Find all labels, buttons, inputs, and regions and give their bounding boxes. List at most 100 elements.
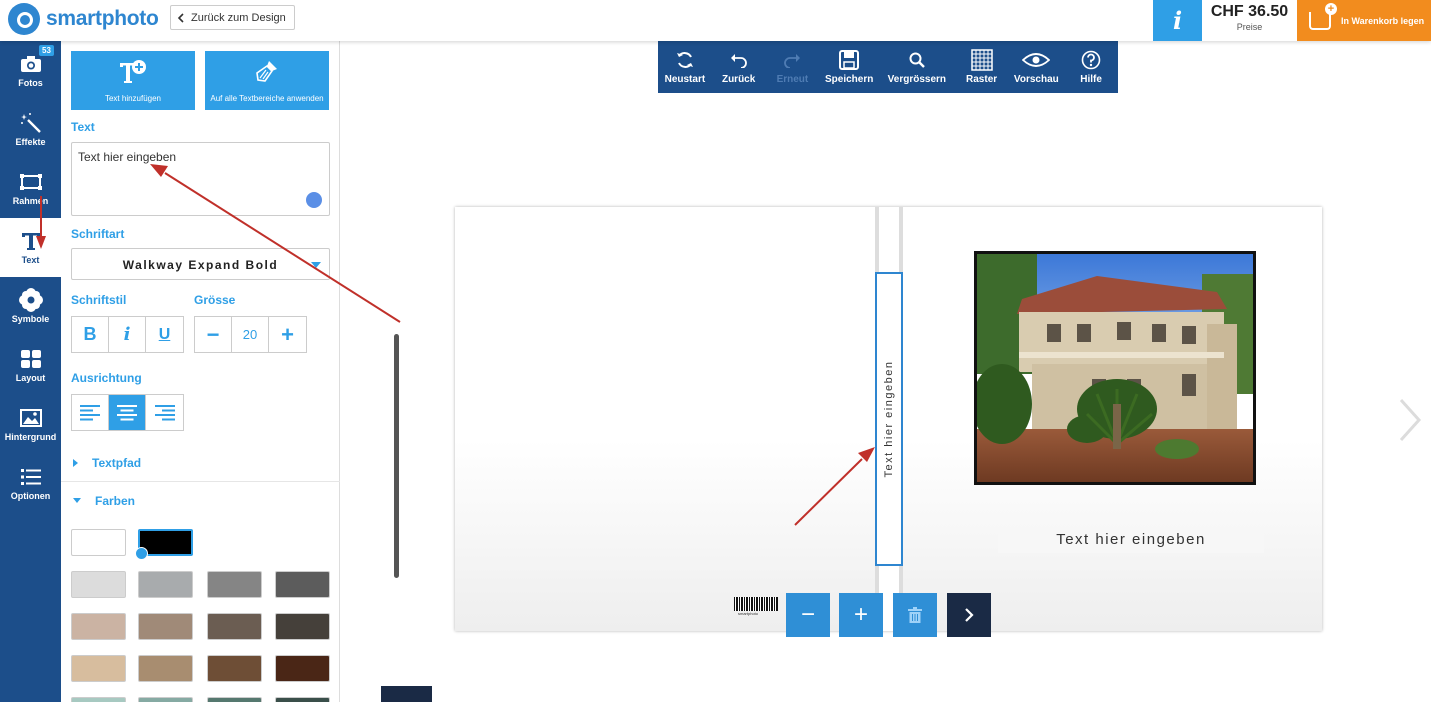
- color-swatch[interactable]: [135, 529, 193, 560]
- size-value-field[interactable]: 20: [232, 317, 269, 352]
- nav-item-rahmen[interactable]: Rahmen: [0, 159, 61, 218]
- underline-button[interactable]: U: [146, 317, 183, 352]
- price-display: CHF 36.50 Preise: [1202, 0, 1297, 41]
- text-input[interactable]: Text hier eingeben: [71, 142, 330, 216]
- nav-label-layout: Layout: [15, 373, 46, 383]
- italic-button[interactable]: i: [109, 317, 146, 352]
- font-select-value: Walkway Expand Bold: [122, 258, 279, 272]
- help-button[interactable]: Hilfe: [1064, 41, 1118, 93]
- nav-item-hintergrund[interactable]: Hintergrund: [0, 395, 61, 454]
- top-bar: smartphoto Zurück zum Design i CHF 36.50…: [0, 0, 1431, 41]
- logo[interactable]: smartphoto: [8, 3, 159, 35]
- preview-label: Vorschau: [1013, 74, 1059, 85]
- font-select[interactable]: Walkway Expand Bold: [71, 248, 330, 280]
- color-swatch[interactable]: [138, 613, 193, 640]
- size-decrease-button[interactable]: −: [195, 317, 232, 352]
- help-icon: [1081, 49, 1101, 71]
- nav-label-hintergrund: Hintergrund: [4, 432, 57, 442]
- panel-scrollbar[interactable]: [394, 334, 399, 578]
- align-center-button[interactable]: [109, 395, 146, 430]
- chevron-left-icon: [177, 12, 184, 23]
- apply-all-text-areas-button[interactable]: Auf alle Textbereiche anwenden: [205, 51, 329, 110]
- grid-button[interactable]: Raster: [955, 41, 1009, 93]
- nav-item-text[interactable]: Text: [0, 218, 61, 277]
- colors-label: Farben: [95, 493, 136, 508]
- minus-icon: −: [800, 601, 815, 628]
- nav-item-fotos[interactable]: 53 Fotos: [0, 41, 61, 100]
- help-chip[interactable]: [381, 686, 432, 702]
- color-swatch[interactable]: [207, 571, 262, 598]
- chevron-right-icon: [73, 459, 78, 467]
- align-right-icon: [154, 404, 175, 420]
- color-swatch[interactable]: [138, 697, 193, 702]
- color-swatch[interactable]: [71, 571, 126, 598]
- undo-button[interactable]: Zurück: [712, 41, 766, 93]
- trash-icon: [908, 607, 922, 623]
- price-info-button[interactable]: i: [1153, 0, 1202, 41]
- align-left-button[interactable]: [72, 395, 109, 430]
- camera-icon: [20, 53, 42, 75]
- text-section-label: Text: [71, 120, 95, 134]
- color-swatch[interactable]: [207, 613, 262, 640]
- next-page-button[interactable]: [1398, 398, 1422, 442]
- color-swatch[interactable]: [275, 655, 330, 682]
- save-button[interactable]: Speichern: [819, 41, 879, 93]
- chevron-down-icon: [311, 262, 321, 268]
- add-text-button[interactable]: Text hinzufügen: [71, 51, 195, 110]
- nav-item-symbole[interactable]: Symbole: [0, 277, 61, 336]
- color-swatch[interactable]: [71, 529, 126, 556]
- nav-item-effekte[interactable]: Effekte: [0, 100, 61, 159]
- cover-photo[interactable]: [974, 251, 1256, 485]
- next-element-button[interactable]: [947, 593, 991, 637]
- restart-label: Neustart: [664, 74, 706, 85]
- logo-mark-icon: [8, 3, 40, 35]
- color-swatch[interactable]: [138, 655, 193, 682]
- nav-item-layout[interactable]: Layout: [0, 336, 61, 395]
- color-swatch[interactable]: [71, 697, 126, 702]
- cover-text-field[interactable]: Text hier eingeben: [998, 527, 1264, 553]
- text-panel: Text hinzufügen Auf alle Textbereiche an…: [61, 41, 399, 702]
- zoom-in-button[interactable]: +: [839, 593, 883, 637]
- nav-label-fotos: Fotos: [18, 78, 43, 88]
- checkmark-icon: [135, 547, 148, 560]
- textpath-accordion[interactable]: Textpfad: [61, 445, 340, 482]
- keyboard-icon[interactable]: [306, 192, 322, 208]
- size-increase-button[interactable]: +: [269, 317, 306, 352]
- delete-button[interactable]: [893, 593, 937, 637]
- color-swatch[interactable]: [275, 613, 330, 640]
- align-right-button[interactable]: [146, 395, 183, 430]
- plus-icon: +: [853, 601, 868, 628]
- zoom-out-button[interactable]: −: [786, 593, 830, 637]
- grid-label: Raster: [966, 74, 998, 85]
- color-swatch[interactable]: [207, 655, 262, 682]
- color-swatch[interactable]: [207, 697, 262, 702]
- photobook-editor: smartphoto Zurück zum Design i CHF 36.50…: [0, 0, 1431, 702]
- color-swatch[interactable]: [275, 571, 330, 598]
- nav-label-rahmen: Rahmen: [12, 196, 49, 206]
- color-swatch[interactable]: [71, 655, 126, 682]
- color-swatch[interactable]: [275, 697, 330, 702]
- bold-button[interactable]: B: [72, 317, 109, 352]
- color-swatch[interactable]: [71, 613, 126, 640]
- redo-icon: [783, 49, 801, 71]
- align-center-icon: [117, 404, 137, 420]
- redo-button[interactable]: Erneut: [766, 41, 820, 93]
- color-swatch[interactable]: [138, 571, 193, 598]
- eye-icon: [1022, 49, 1051, 71]
- restart-button[interactable]: Neustart: [658, 41, 712, 93]
- photo-count-badge: 53: [39, 45, 54, 56]
- chevron-down-icon: [73, 498, 81, 503]
- spine-text[interactable]: Text hier eingeben: [883, 361, 895, 478]
- refresh-icon: [675, 49, 695, 71]
- zoom-button[interactable]: Vergrössern: [879, 41, 955, 93]
- colors-accordion[interactable]: Farben: [61, 482, 340, 519]
- add-to-cart-button[interactable]: In Warenkorb legen: [1297, 0, 1431, 41]
- text-icon: [20, 230, 42, 252]
- preview-button[interactable]: Vorschau: [1008, 41, 1064, 93]
- back-to-design-button[interactable]: Zurück zum Design: [170, 5, 295, 30]
- zoom-icon: [909, 49, 925, 71]
- add-text-icon: [118, 59, 148, 87]
- book-cover-canvas[interactable]: Text hier eingeben Text hier eingeben sm…: [455, 207, 1322, 631]
- barcode-icon: [734, 597, 778, 611]
- nav-item-optionen[interactable]: Optionen: [0, 454, 61, 513]
